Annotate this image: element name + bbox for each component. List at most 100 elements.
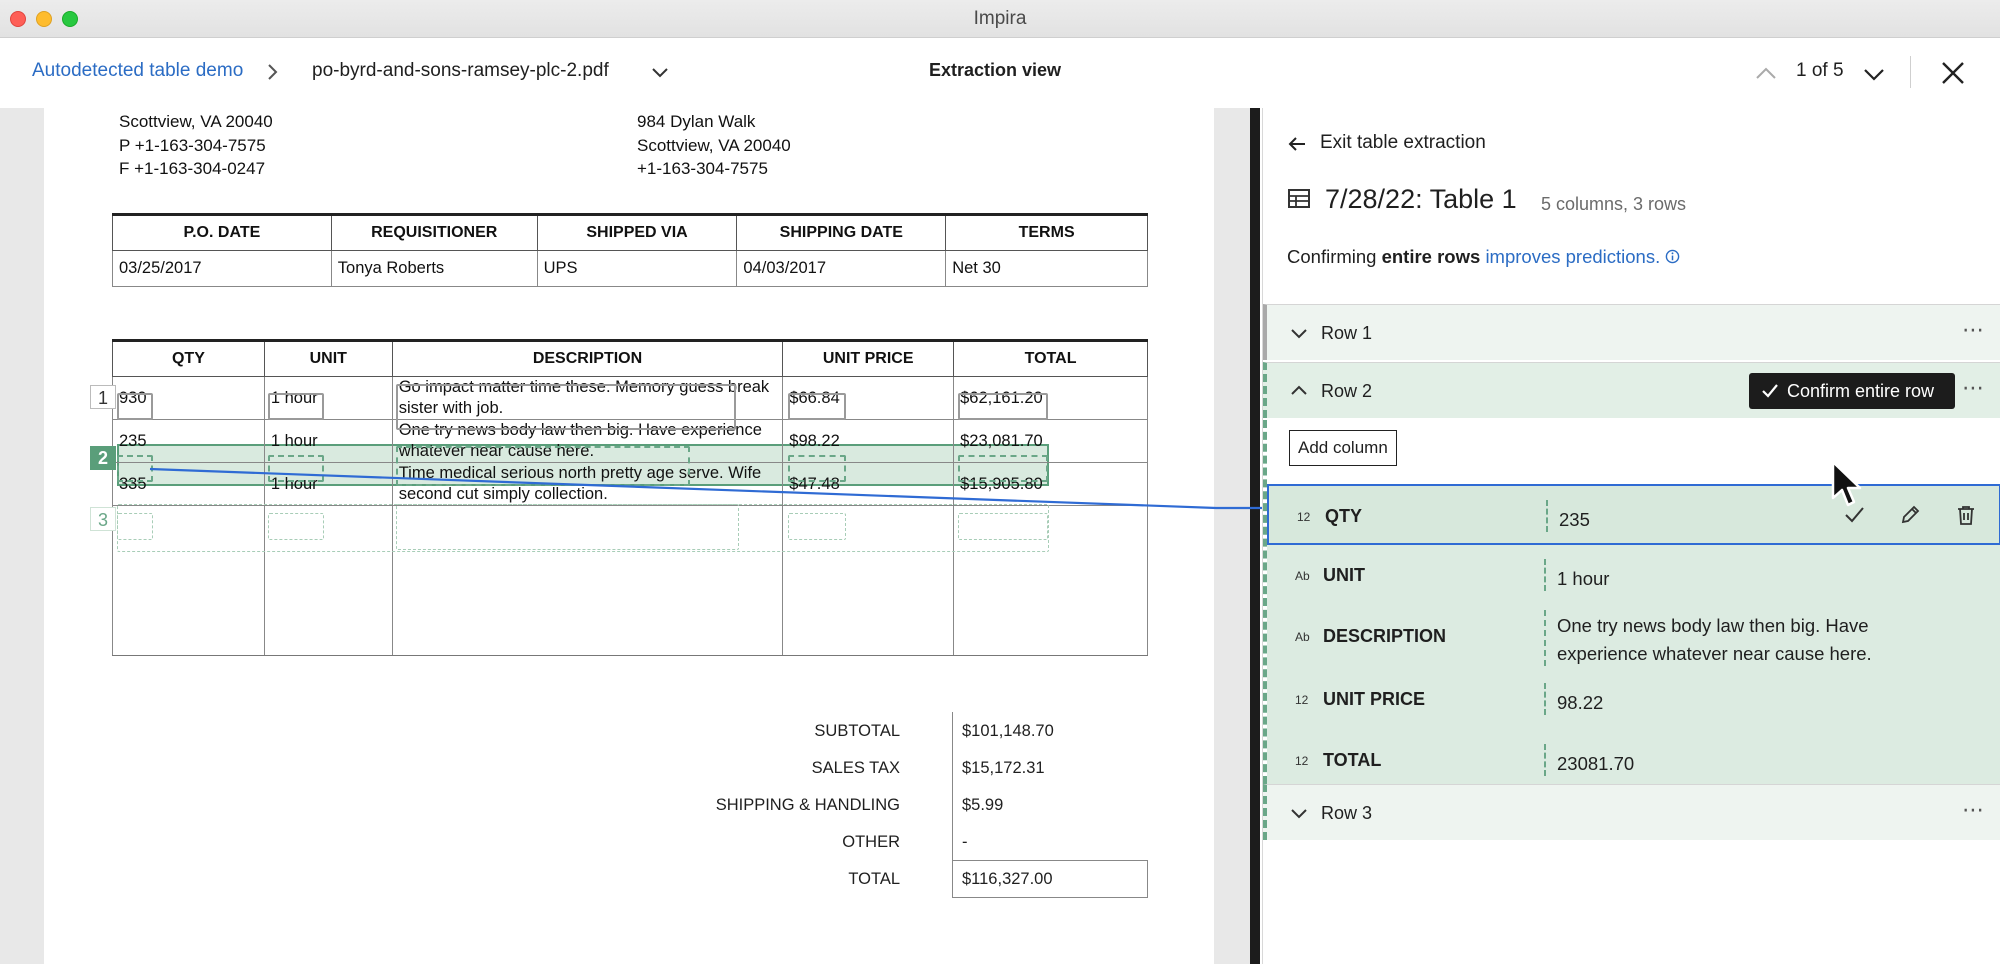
- improves-predictions-link[interactable]: improves predictions.: [1485, 246, 1660, 267]
- detected-cell[interactable]: [268, 393, 324, 420]
- field-value[interactable]: 235: [1559, 506, 1590, 534]
- chevron-down-icon[interactable]: [1862, 62, 1886, 86]
- row-header-2[interactable]: Row 2 Confirm entire row ⋯: [1263, 362, 2000, 418]
- field-value[interactable]: 23081.70: [1557, 750, 1634, 778]
- check-icon: [1762, 384, 1778, 398]
- table-header: UNIT PRICE: [782, 339, 955, 377]
- field-total[interactable]: 12 TOTAL 23081.70: [1267, 730, 2000, 784]
- title-bar: Impira: [0, 0, 2000, 38]
- table-icon: [1288, 189, 1310, 208]
- chevron-down-icon[interactable]: [1289, 323, 1309, 343]
- row-header-3[interactable]: Row 3 ⋯: [1263, 784, 2000, 840]
- detected-cell[interactable]: [788, 393, 846, 420]
- detected-cell[interactable]: [117, 455, 153, 482]
- field-value[interactable]: 1 hour: [1557, 565, 1609, 593]
- hint-bold: entire rows: [1381, 246, 1481, 267]
- chevron-down-icon[interactable]: [650, 63, 670, 83]
- window-title: Impira: [973, 8, 1027, 29]
- field-type: 12: [1295, 754, 1309, 768]
- exit-table-extraction-button[interactable]: Exit table extraction: [1320, 132, 1486, 154]
- table-header: QTY: [112, 339, 265, 377]
- more-icon[interactable]: ⋯: [1962, 375, 1985, 401]
- table-header: P.O. DATE: [112, 213, 332, 251]
- ship-line: 984 Dylan Walk: [637, 112, 756, 131]
- row-header-1[interactable]: Row 1 ⋯: [1263, 304, 2000, 360]
- app-header: Autodetected table demo po-byrd-and-sons…: [0, 38, 2000, 108]
- field-type: 12: [1295, 693, 1309, 707]
- order-table: P.O. DATE REQUISITIONER SHIPPED VIA SHIP…: [112, 213, 1148, 287]
- ship-line: +1-163-304-7575: [637, 159, 768, 178]
- vendor-line: Scottview, VA 20040: [119, 112, 273, 131]
- detected-cell[interactable]: [117, 393, 153, 420]
- arrow-left-icon[interactable]: [1287, 134, 1307, 154]
- totals-value: $5.99: [962, 796, 1004, 814]
- field-type: Ab: [1295, 630, 1310, 644]
- row-label: Row 2: [1321, 381, 1373, 401]
- detected-cell[interactable]: [396, 384, 736, 430]
- add-column-button[interactable]: Add column: [1289, 430, 1397, 466]
- pencil-icon[interactable]: [1899, 504, 1921, 526]
- breadcrumb-link[interactable]: Autodetected table demo: [32, 60, 243, 82]
- totals-row: SUBTOTAL $101,148.70: [750, 712, 1148, 749]
- totals-label: SUBTOTAL: [814, 722, 900, 740]
- table-cell: UPS: [536, 250, 738, 287]
- row-label: Row 3: [1321, 803, 1373, 823]
- table-header: REQUISITIONER: [330, 213, 538, 251]
- field-unit[interactable]: Ab UNIT 1 hour: [1267, 545, 2000, 606]
- chevron-down-icon[interactable]: [1289, 803, 1309, 823]
- confirm-label: Confirm entire row: [1787, 381, 1935, 401]
- detected-cell[interactable]: [268, 455, 324, 482]
- chevron-right-icon: [268, 64, 278, 80]
- field-value[interactable]: One try news body law then big. Have exp…: [1557, 612, 1917, 668]
- more-icon[interactable]: ⋯: [1962, 317, 1985, 343]
- detected-cell[interactable]: [958, 393, 1048, 420]
- field-name: QTY: [1325, 506, 1363, 526]
- field-unit-price[interactable]: 12 UNIT PRICE 98.22: [1267, 669, 2000, 730]
- field-description[interactable]: Ab DESCRIPTION One try news body law the…: [1267, 606, 2000, 669]
- close-icon[interactable]: [1940, 60, 1966, 86]
- totals-row: SHIPPING & HANDLING $5.99: [716, 786, 1148, 823]
- totals-label: SALES TAX: [811, 759, 900, 777]
- table-header: DESCRIPTION: [391, 339, 784, 377]
- extraction-panel: Exit table extraction 7/28/22: Table 1 5…: [1262, 108, 2000, 964]
- detected-cell[interactable]: [958, 455, 1048, 482]
- detected-cell[interactable]: [396, 446, 690, 486]
- table-title: 7/28/22: Table 1: [1325, 184, 1517, 214]
- field-value[interactable]: 98.22: [1557, 689, 1603, 717]
- chevron-up-icon[interactable]: [1754, 62, 1778, 86]
- chevron-up-icon[interactable]: [1289, 381, 1309, 401]
- row-number[interactable]: 1: [90, 385, 116, 409]
- table-meta: 5 columns, 3 rows: [1541, 194, 1687, 214]
- scrollbar[interactable]: [1250, 108, 1260, 964]
- trash-icon[interactable]: [1955, 504, 1977, 526]
- field-qty[interactable]: 12 QTY 235: [1267, 484, 2000, 545]
- field-divider: [1544, 744, 1546, 776]
- more-icon[interactable]: ⋯: [1962, 797, 1985, 823]
- totals-section: SUBTOTAL $101,148.70 SALES TAX $15,172.31 …: [716, 712, 1148, 897]
- totals-label: OTHER: [842, 833, 900, 851]
- row-number[interactable]: 3: [90, 507, 116, 531]
- field-divider: [1544, 683, 1546, 715]
- table-header: TOTAL: [953, 339, 1148, 377]
- field-divider: [1544, 610, 1546, 666]
- table-cell: 04/03/2017: [736, 250, 947, 287]
- table-header: SHIPPING DATE: [736, 213, 947, 251]
- info-icon[interactable]: [1665, 249, 1680, 264]
- vendor-line: F +1-163-304-0247: [119, 159, 266, 178]
- table-cell: Net 30: [945, 250, 1148, 287]
- confirm-entire-row-button[interactable]: Confirm entire row: [1749, 373, 1955, 409]
- vendor-line: P +1-163-304-7575: [119, 136, 266, 155]
- field-divider: [1546, 500, 1548, 532]
- totals-label: SHIPPING & HANDLING: [715, 796, 900, 814]
- detected-row[interactable]: [117, 504, 1049, 552]
- table-cell: Tonya Roberts: [330, 250, 538, 287]
- totals-value: $15,172.31: [962, 759, 1045, 777]
- hint-text: Confirming entire rows improves predicti…: [1287, 246, 1680, 268]
- field-name: UNIT: [1323, 565, 1365, 585]
- detected-cell[interactable]: [788, 455, 846, 482]
- file-name[interactable]: po-byrd-and-sons-ramsey-plc-2.pdf: [312, 60, 609, 82]
- row-number[interactable]: 2: [90, 446, 116, 470]
- totals-value: $101,148.70: [962, 722, 1054, 740]
- totals-value: -: [962, 833, 968, 851]
- totals-row: TOTAL $116,327.00: [750, 860, 1148, 897]
